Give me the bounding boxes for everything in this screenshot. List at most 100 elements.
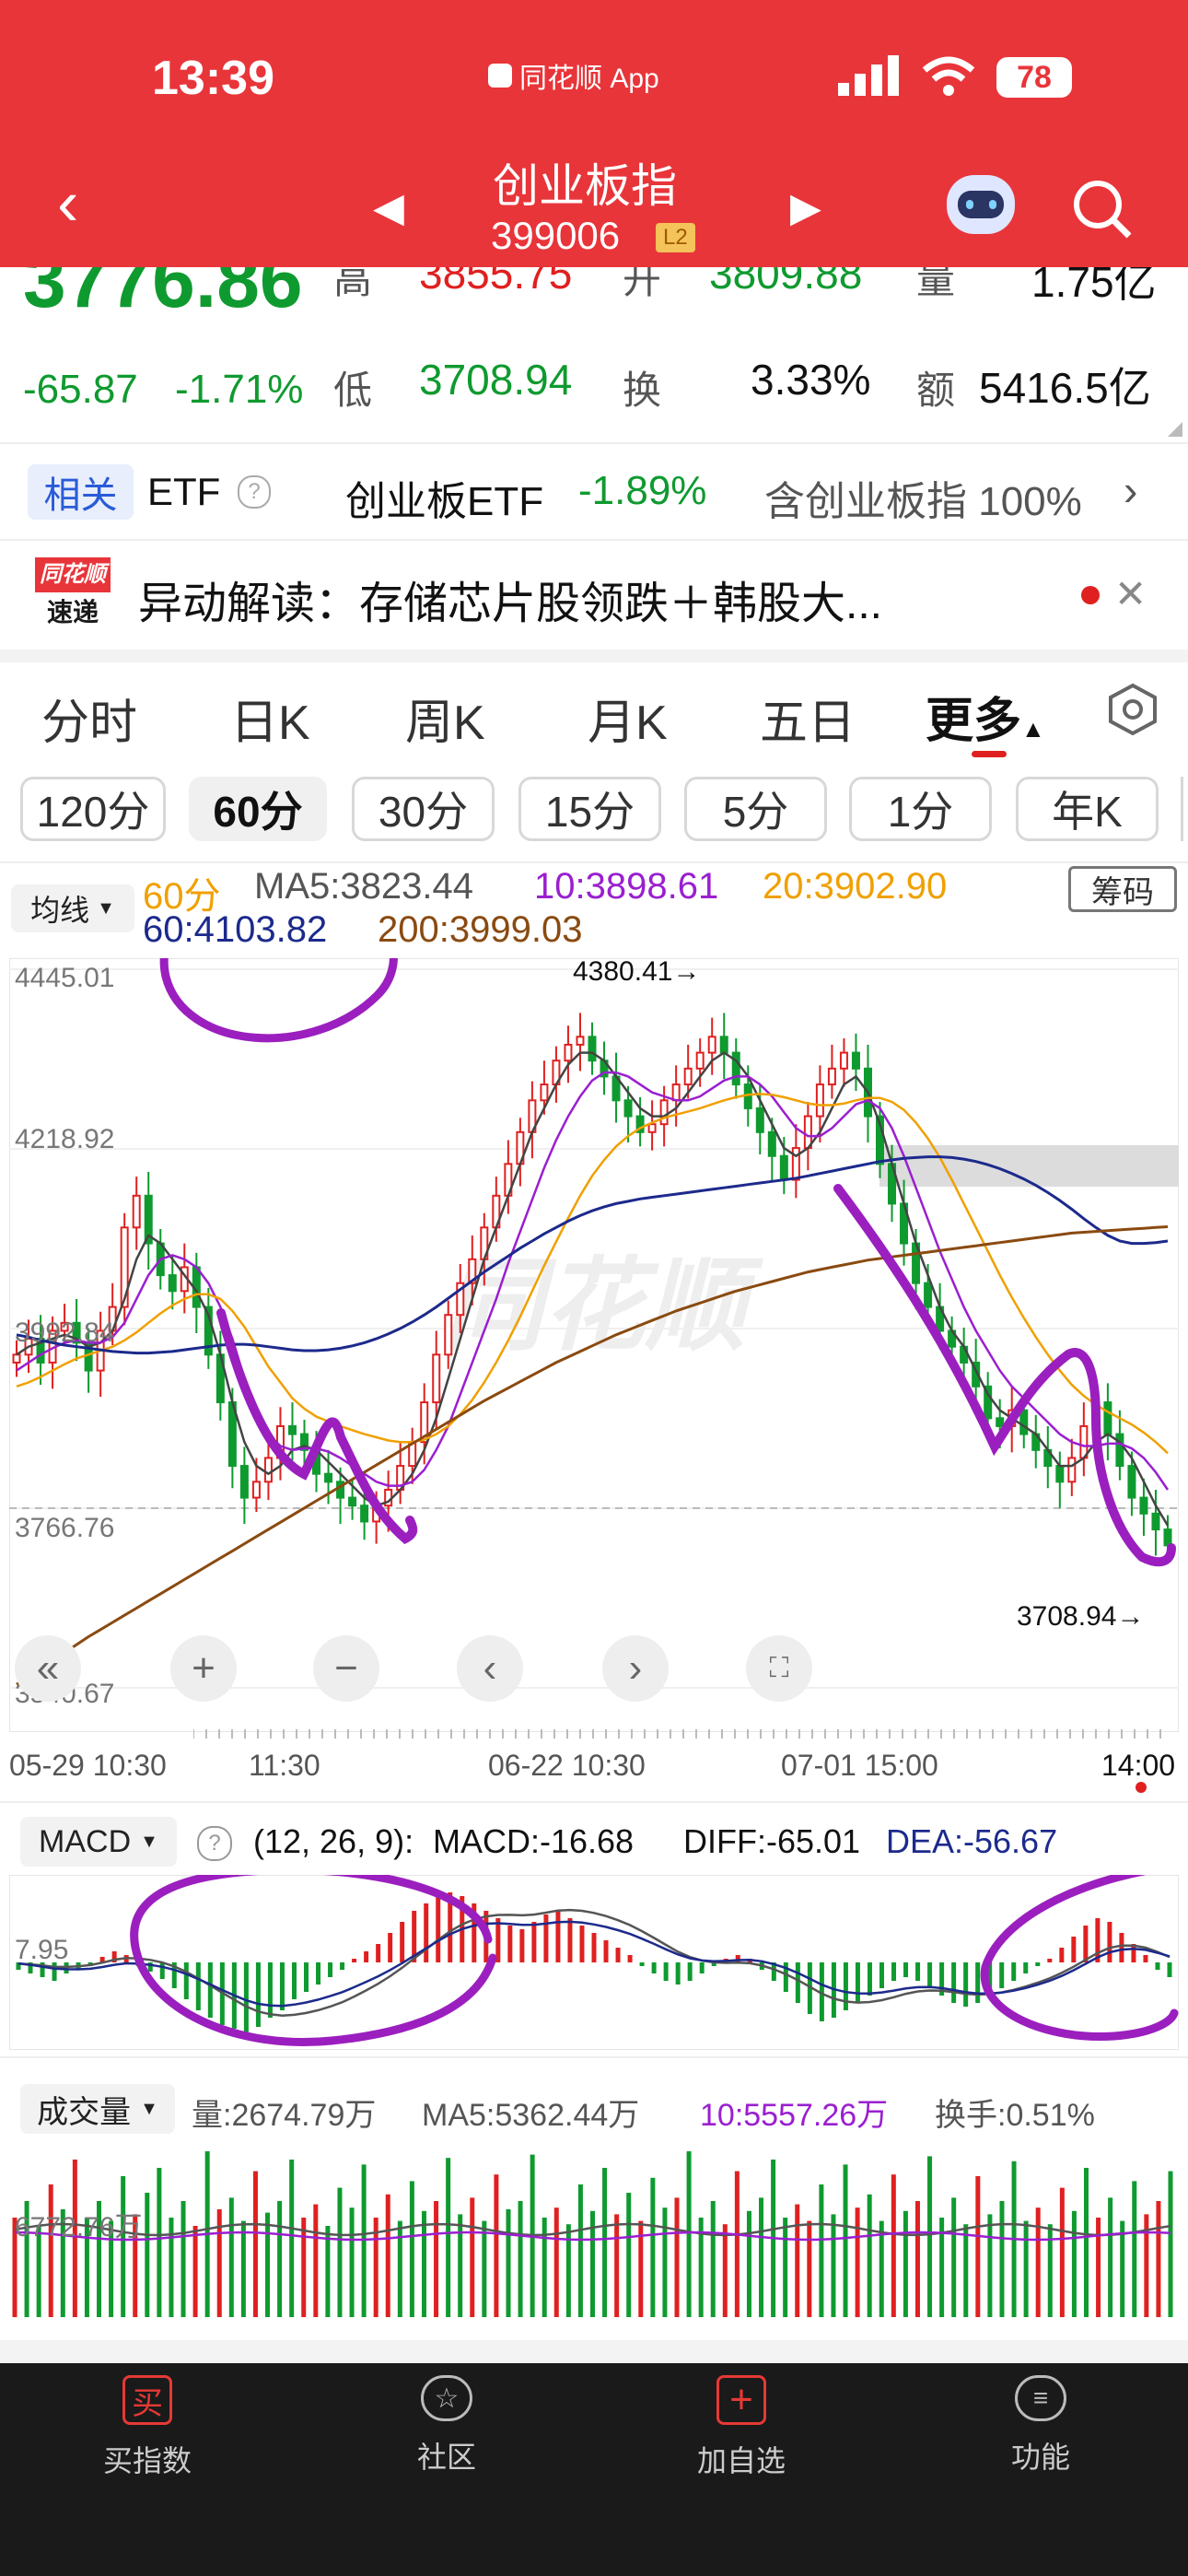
period-60[interactable]: 60分 bbox=[189, 777, 327, 841]
nav-functions[interactable]: ≡ 功能 bbox=[967, 2375, 1114, 2476]
news-headline[interactable]: 异动解读：存储芯片股领跌＋韩股大... bbox=[138, 567, 882, 631]
volume-chart[interactable] bbox=[9, 2142, 1179, 2322]
handwritten-annotations bbox=[130, 1875, 1179, 2047]
candle-body bbox=[132, 1194, 141, 1229]
etf-name[interactable]: 创业板ETF bbox=[345, 468, 543, 527]
nav-add-watchlist[interactable]: + 加自选 bbox=[668, 2375, 815, 2477]
star-icon: ☆ bbox=[421, 2375, 472, 2421]
macd-bar bbox=[255, 1962, 261, 2027]
x-label-3: 07-01 15:00 bbox=[781, 1749, 938, 1782]
back-chevron-icon[interactable]: ‹ bbox=[57, 170, 78, 235]
candle-body bbox=[444, 1314, 453, 1356]
prev-stock-icon[interactable]: ◀ bbox=[373, 184, 404, 231]
volume-selector[interactable]: 成交量 ▼ bbox=[20, 2084, 175, 2134]
volume-bar bbox=[121, 2176, 126, 2317]
candle-body bbox=[647, 1123, 657, 1133]
period-30[interactable]: 30分 bbox=[352, 777, 495, 841]
macd-bar bbox=[795, 1962, 800, 2003]
volume-bar bbox=[855, 2207, 860, 2317]
macd-selector[interactable]: MACD ▼ bbox=[20, 1817, 177, 1867]
candle-body bbox=[1115, 1433, 1124, 1468]
volume-bar bbox=[734, 2171, 740, 2317]
chevron-right-icon[interactable]: › bbox=[1124, 465, 1137, 515]
volume-bar bbox=[686, 2151, 692, 2317]
volume-bar bbox=[409, 2181, 414, 2317]
volume-bar bbox=[565, 2224, 571, 2317]
volume-bar bbox=[843, 2164, 848, 2317]
candle-body bbox=[324, 1472, 333, 1483]
tab-five-day[interactable]: 五日 bbox=[760, 684, 856, 753]
candle-body bbox=[707, 1036, 716, 1054]
search-icon[interactable] bbox=[1070, 177, 1135, 246]
volume-bar bbox=[1156, 2201, 1161, 2317]
candle-body bbox=[1055, 1465, 1065, 1483]
macd-bar bbox=[1011, 1962, 1017, 1981]
zoom-out-icon[interactable]: − bbox=[313, 1635, 379, 1702]
scroll-left-icon[interactable]: ‹ bbox=[457, 1635, 523, 1702]
period-1[interactable]: 1分 bbox=[849, 777, 992, 841]
help-icon[interactable]: ? bbox=[197, 1826, 232, 1861]
macd-bar bbox=[1155, 1962, 1160, 1970]
nav-buy-index[interactable]: 买 买指数 bbox=[74, 2375, 221, 2477]
time-ticks bbox=[193, 1729, 1161, 1739]
settings-hex-icon[interactable] bbox=[1105, 682, 1160, 742]
dea-value: DEA:-56.67 bbox=[886, 1822, 1058, 1860]
macd-bar bbox=[1083, 1926, 1089, 1962]
period-5[interactable]: 5分 bbox=[684, 777, 827, 841]
ma-selector[interactable]: 均线 ▼ bbox=[11, 884, 134, 932]
volume-bar bbox=[951, 2197, 957, 2317]
macd-bar bbox=[183, 1962, 189, 1999]
volume-bar bbox=[1059, 2187, 1065, 2317]
tab-monthly-k[interactable]: 月K bbox=[588, 684, 668, 753]
tab-weekly-k[interactable]: 周K bbox=[405, 684, 485, 753]
volume-bar bbox=[903, 2210, 908, 2317]
macd-bar bbox=[615, 1948, 621, 1962]
macd-bar bbox=[651, 1962, 657, 1973]
stock-code: 399006 bbox=[491, 214, 621, 257]
period-year-k[interactable]: 年K bbox=[1016, 777, 1159, 841]
related-tag: 相关 bbox=[28, 464, 134, 520]
zoom-in-icon[interactable]: + bbox=[170, 1635, 237, 1702]
candle-body bbox=[791, 1147, 800, 1181]
close-icon[interactable]: ✕ bbox=[1114, 571, 1147, 616]
volume-bar bbox=[192, 2226, 198, 2317]
etf-pct: -1.89% bbox=[578, 468, 707, 513]
volume-bar bbox=[614, 2214, 620, 2317]
volume-bar bbox=[542, 2218, 547, 2317]
next-stock-icon[interactable]: ▶ bbox=[790, 184, 821, 231]
period-15[interactable]: 15分 bbox=[518, 777, 661, 841]
volume-bar bbox=[975, 2176, 981, 2317]
volume-bar bbox=[746, 2210, 751, 2317]
etf-label: ETF bbox=[147, 470, 221, 513]
chips-button[interactable]: 筹码 bbox=[1068, 866, 1177, 912]
section-gap bbox=[0, 650, 1188, 662]
candle-body bbox=[1067, 1457, 1077, 1483]
period-120[interactable]: 120分 bbox=[20, 777, 166, 841]
assistant-robot-icon[interactable] bbox=[947, 175, 1015, 234]
scroll-right-icon[interactable]: › bbox=[602, 1635, 669, 1702]
macd-scale: 7.95 bbox=[15, 1935, 69, 1965]
macd-bar bbox=[340, 1962, 345, 1970]
tab-intraday[interactable]: 分时 bbox=[41, 684, 137, 753]
fullscreen-icon[interactable]: ⛶ bbox=[746, 1635, 812, 1702]
volume-bar bbox=[265, 2212, 271, 2317]
macd-chart[interactable] bbox=[9, 1875, 1179, 2050]
candle-body bbox=[263, 1457, 273, 1483]
ma10-value: 10:3898.61 bbox=[534, 866, 719, 907]
tab-more[interactable]: 更多▲ bbox=[926, 682, 1045, 751]
y-label-3: 3992.84 bbox=[15, 1317, 115, 1348]
candle-body bbox=[623, 1099, 633, 1118]
tab-daily-k[interactable]: 日K bbox=[230, 684, 310, 753]
candle-body bbox=[683, 1067, 693, 1086]
zoom-out-far-icon[interactable]: « bbox=[15, 1635, 81, 1702]
volume-bar bbox=[1096, 2218, 1101, 2317]
volume-bar bbox=[795, 2204, 800, 2317]
candlestick-chart[interactable]: 同花顺 bbox=[9, 958, 1179, 1732]
candle-body bbox=[1103, 1401, 1112, 1435]
vol-ma10: 10:5557.26万 bbox=[700, 2098, 889, 2133]
help-icon[interactable]: ? bbox=[238, 475, 271, 509]
nav-community[interactable]: ☆ 社区 bbox=[373, 2375, 520, 2476]
volume-bar bbox=[421, 2210, 426, 2317]
corner-fold-icon bbox=[1168, 422, 1182, 437]
menu-icon: ≡ bbox=[1015, 2375, 1066, 2421]
